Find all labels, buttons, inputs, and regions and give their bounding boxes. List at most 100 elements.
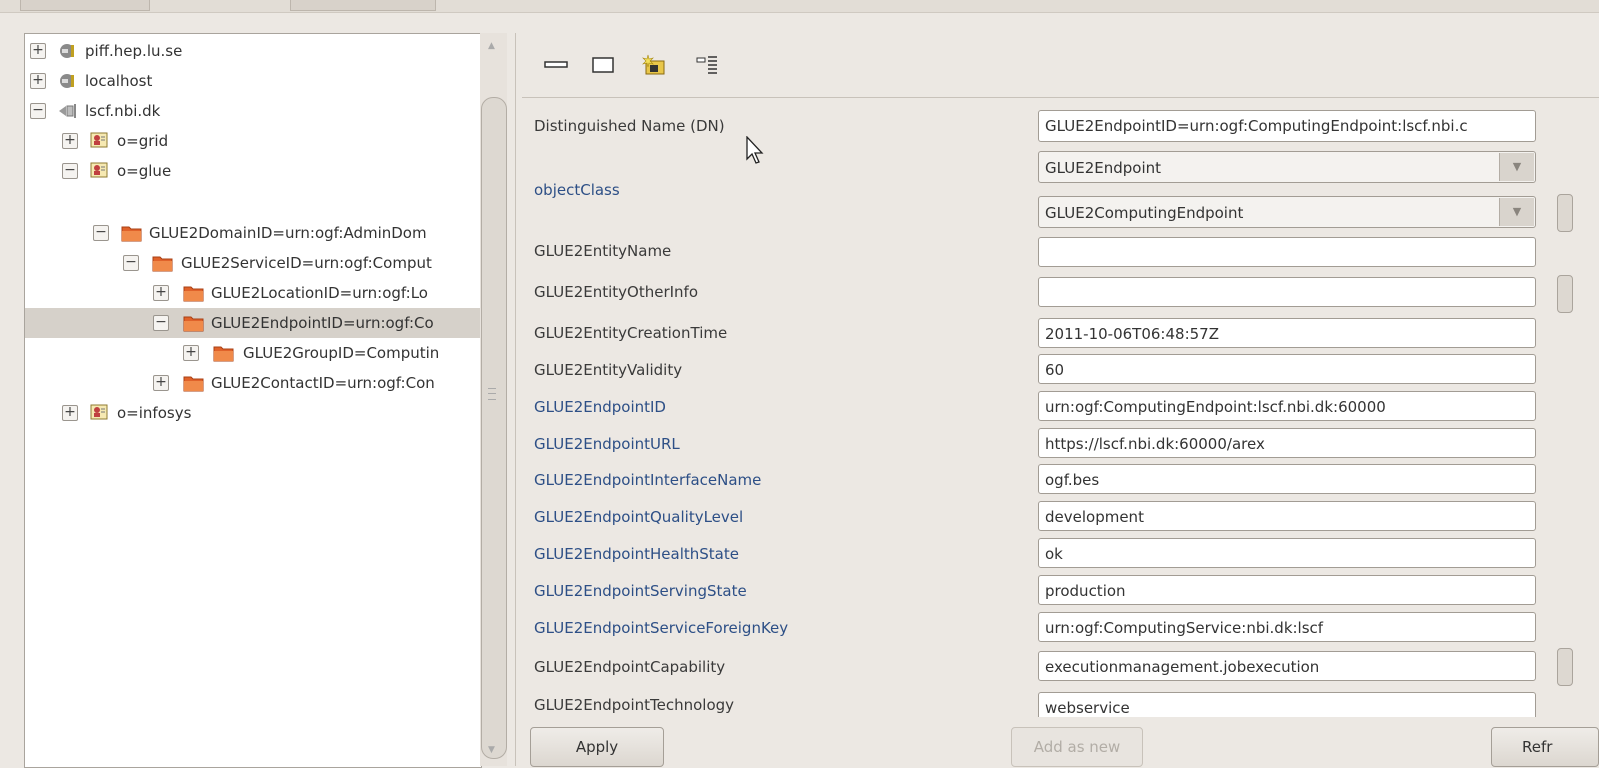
scroll-up-arrow-icon[interactable]: ▲ — [488, 41, 495, 51]
server-unplug-icon — [57, 101, 79, 121]
scroll-down-arrow-icon[interactable]: ▼ — [488, 745, 495, 755]
tree-item-o-glue[interactable]: − o=glue — [25, 156, 481, 186]
attr-label: GLUE2EndpointServiceForeignKey — [534, 619, 789, 637]
dropdown-arrow-icon[interactable]: ▼ — [1499, 198, 1534, 226]
expand-icon[interactable]: + — [62, 133, 78, 149]
attr-value-field[interactable]: https://lscf.nbi.dk:60000/arex — [1038, 428, 1536, 458]
apply-button[interactable]: Apply — [530, 727, 664, 767]
attr-label: GLUE2EndpointTechnology — [534, 696, 735, 714]
folder-icon — [152, 253, 174, 273]
objectclass-combo-2[interactable]: GLUE2ComputingEndpoint ▼ — [1038, 196, 1536, 228]
expand-icon[interactable]: + — [153, 285, 169, 301]
tree-item-service-id[interactable]: − GLUE2ServiceID=urn:ogf:Comput — [25, 248, 481, 278]
tree-item-piff[interactable]: + piff.hep.lu.se — [25, 36, 481, 66]
attr-value-field[interactable]: ok — [1038, 538, 1536, 568]
attr-value-field[interactable]: webservice — [1038, 692, 1536, 717]
attribute-list-icon[interactable] — [695, 55, 721, 75]
attr-value-field[interactable]: urn:ogf:ComputingService:nbi.dk:lscf — [1038, 612, 1536, 642]
scrollbar-thumb[interactable] — [481, 97, 507, 759]
tree-item-label: GLUE2DomainID=urn:ogf:AdminDom — [149, 224, 427, 242]
attr-label: GLUE2EntityOtherInfo — [534, 283, 699, 301]
clipped-row: GLUE2EndpointTechnology webservice — [522, 690, 1599, 717]
collapse-icon[interactable]: − — [93, 225, 109, 241]
attr-value-field[interactable]: production — [1038, 575, 1536, 605]
attr-label: GLUE2EndpointURL — [534, 435, 680, 453]
combo-value: GLUE2Endpoint — [1045, 159, 1161, 177]
attr-label: GLUE2EndpointInterfaceName — [534, 471, 762, 489]
tree-item-label: GLUE2LocationID=urn:ogf:Lo — [211, 284, 428, 302]
server-plug-icon — [57, 41, 79, 61]
collapse-icon[interactable]: − — [153, 315, 169, 331]
maximize-icon[interactable] — [590, 55, 616, 75]
attr-value-field[interactable]: 60 — [1038, 354, 1536, 384]
side-button-stub[interactable] — [1557, 648, 1573, 686]
attr-label: GLUE2EndpointHealthState — [534, 545, 739, 563]
tree-item-domain-id[interactable]: − GLUE2DomainID=urn:ogf:AdminDom — [25, 218, 481, 248]
ldap-org-icon — [89, 131, 111, 151]
minimize-icon[interactable] — [543, 55, 569, 75]
side-button-stub[interactable] — [1557, 275, 1573, 313]
attr-value-field[interactable]: ogf.bes — [1038, 464, 1536, 494]
attr-label: GLUE2EntityName — [534, 242, 672, 260]
collapse-icon[interactable]: − — [62, 163, 78, 179]
attr-label: GLUE2EndpointQualityLevel — [534, 508, 744, 526]
ldap-org-icon — [89, 161, 111, 181]
expand-icon[interactable]: + — [153, 375, 169, 391]
tree-item-o-infosys[interactable]: + o=infosys — [25, 398, 481, 428]
folder-icon — [183, 313, 205, 333]
dn-field[interactable]: GLUE2EndpointID=urn:ogf:ComputingEndpoin… — [1038, 110, 1536, 142]
collapse-icon[interactable]: − — [30, 103, 46, 119]
tree-item-location-id[interactable]: + GLUE2LocationID=urn:ogf:Lo — [25, 278, 481, 308]
tab-1[interactable] — [20, 0, 150, 11]
tree-item-o-grid[interactable]: + o=grid — [25, 126, 481, 156]
tree-item-lscf[interactable]: − lscf.nbi.dk — [25, 96, 481, 126]
attr-label: GLUE2EndpointID — [534, 398, 666, 416]
attr-label: GLUE2EndpointCapability — [534, 658, 726, 676]
tree-item-label: GLUE2ContactID=urn:ogf:Con — [211, 374, 435, 392]
tree-item-localhost[interactable]: + localhost — [25, 66, 481, 96]
expand-icon[interactable]: + — [62, 405, 78, 421]
ldap-tree[interactable]: + piff.hep.lu.se + localhost − lscf.nbi.… — [24, 33, 482, 768]
attr-label: GLUE2EntityValidity — [534, 361, 683, 379]
combo-value: GLUE2ComputingEndpoint — [1045, 204, 1244, 222]
refresh-button[interactable]: Refr — [1491, 727, 1599, 767]
tree-item-label: piff.hep.lu.se — [85, 42, 183, 60]
folder-icon — [183, 373, 205, 393]
ldap-org-icon — [89, 403, 111, 423]
expand-icon[interactable]: + — [183, 345, 199, 361]
dropdown-arrow-icon[interactable]: ▼ — [1499, 153, 1534, 181]
expand-icon[interactable]: + — [30, 43, 46, 59]
tree-item-contact-id[interactable]: + GLUE2ContactID=urn:ogf:Con — [25, 368, 481, 398]
folder-icon — [121, 223, 143, 243]
tree-item-group-id[interactable]: + GLUE2GroupID=Computin — [25, 338, 481, 368]
tree-scrollbar[interactable]: ▲ ▼ — [480, 33, 507, 766]
attr-value-field[interactable] — [1038, 277, 1536, 307]
objectclass-combo-1[interactable]: GLUE2Endpoint ▼ — [1038, 151, 1536, 183]
attr-value-field[interactable]: 2011-10-06T06:48:57Z — [1038, 318, 1536, 348]
collapse-icon[interactable]: − — [123, 255, 139, 271]
new-entry-icon[interactable] — [642, 54, 668, 75]
tree-item-label: o=grid — [117, 132, 169, 150]
tree-item-label: GLUE2EndpointID=urn:ogf:Co — [211, 314, 434, 332]
attr-value-field[interactable]: urn:ogf:ComputingEndpoint:lscf.nbi.dk:60… — [1038, 391, 1536, 421]
tree-item-endpoint-id[interactable]: − GLUE2EndpointID=urn:ogf:Co — [25, 308, 481, 338]
grip-icon — [488, 388, 496, 400]
server-plug-icon — [57, 71, 79, 91]
tree-item-label: GLUE2GroupID=Computin — [243, 344, 440, 362]
tab-strip — [0, 0, 1599, 13]
attr-value-field[interactable]: executionmanagement.jobexecution — [1038, 651, 1536, 681]
attr-label: GLUE2EntityCreationTime — [534, 324, 728, 342]
side-button-stub[interactable] — [1557, 194, 1573, 232]
tab-2[interactable] — [290, 0, 436, 11]
add-as-new-button: Add as new — [1011, 727, 1143, 767]
attr-label: GLUE2EndpointServingState — [534, 582, 747, 600]
tree-item-label: o=infosys — [117, 404, 192, 422]
attr-value-field[interactable]: development — [1038, 501, 1536, 531]
expand-icon[interactable]: + — [30, 73, 46, 89]
attr-value-field[interactable] — [1038, 237, 1536, 267]
folder-icon — [183, 283, 205, 303]
objectclass-label: objectClass — [534, 181, 620, 199]
tree-item-label: lscf.nbi.dk — [85, 102, 161, 120]
dn-label: Distinguished Name (DN) — [534, 117, 725, 135]
tree-item-label: localhost — [85, 72, 153, 90]
